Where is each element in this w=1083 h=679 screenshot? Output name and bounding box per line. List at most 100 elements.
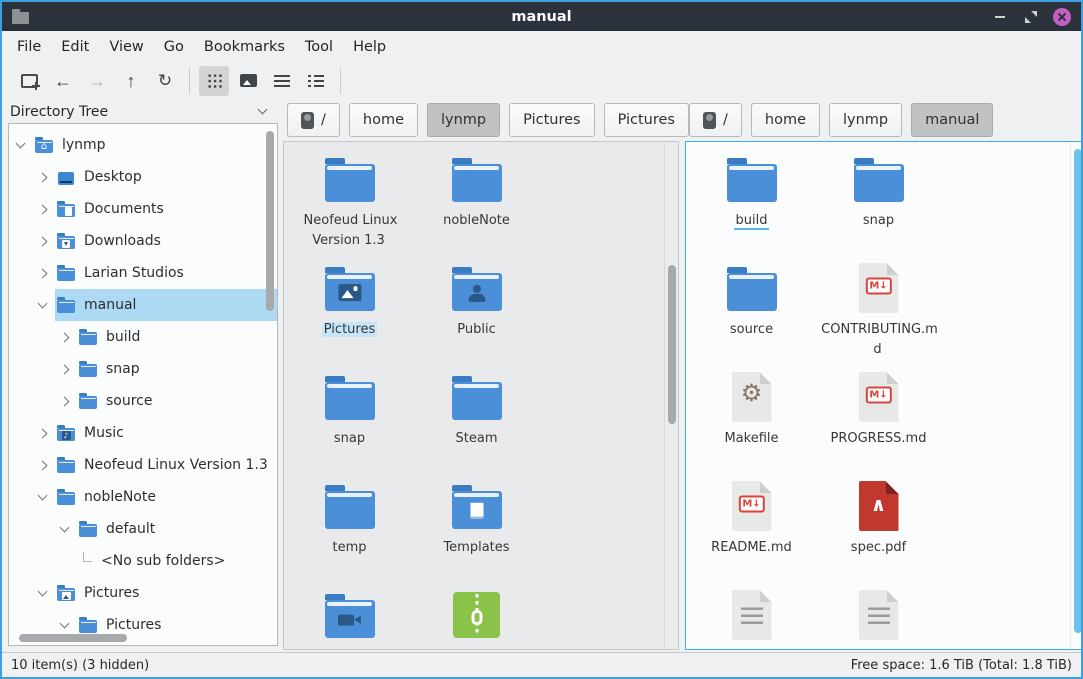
folder-icon <box>79 620 97 633</box>
tree-item-music[interactable]: ♪Music <box>9 417 277 449</box>
file-steam[interactable]: Steam <box>413 368 540 477</box>
path-segment-home[interactable]: home <box>751 103 820 137</box>
tree-item-label: source <box>106 393 153 409</box>
chevron-down-icon[interactable] <box>38 491 48 501</box>
chevron-right-icon[interactable] <box>60 364 70 374</box>
menu-help[interactable]: Help <box>343 35 396 59</box>
tree-item-lynmp[interactable]: ⌂lynmp <box>9 129 277 161</box>
tree-item-documents[interactable]: Documents <box>9 193 277 225</box>
chevron-down-icon[interactable] <box>16 139 26 149</box>
path-segment-pictures[interactable]: Pictures <box>509 103 594 137</box>
sidebar-vertical-scrollbar[interactable] <box>266 131 274 311</box>
file-styleguide-rst[interactable]: StyleGuide.rst <box>815 586 942 650</box>
file-snap[interactable]: snap <box>286 368 413 477</box>
chevron-right-icon[interactable] <box>38 268 48 278</box>
reload-button[interactable]: ↻ <box>150 66 180 96</box>
chevron-down-icon[interactable] <box>60 619 70 629</box>
file-public[interactable]: Public <box>413 259 540 368</box>
chevron-right-icon[interactable] <box>38 236 48 246</box>
compact-view-button[interactable] <box>267 66 297 96</box>
back-button[interactable]: ← <box>48 66 78 96</box>
file-videos[interactable]: Videos <box>286 586 413 650</box>
menu-view[interactable]: View <box>99 35 153 59</box>
menu-bookmarks[interactable]: Bookmarks <box>194 35 295 59</box>
thumbnail-view-button[interactable] <box>233 66 263 96</box>
tree-item-source[interactable]: source <box>9 385 277 417</box>
chevron-down-icon[interactable] <box>258 105 268 115</box>
tree-item-neofeud-linux-version-1-3[interactable]: Neofeud Linux Version 1.3 <box>9 449 277 481</box>
file-build[interactable]: build <box>688 150 815 259</box>
right-file-view[interactable]: buildsnapsourceM↓CONTRIBUTING.md⚙Makefil… <box>685 141 1081 650</box>
file-neofeud-linux-version-1-3[interactable]: Neofeud Linux Version 1.3 <box>286 150 413 259</box>
minimize-icon <box>995 16 1005 18</box>
path-segment-root[interactable]: / <box>689 103 742 137</box>
icon-view-button[interactable] <box>199 66 229 96</box>
tree-item-label: Neofeud Linux Version 1.3 <box>84 457 268 473</box>
file-makefile[interactable]: ⚙Makefile <box>688 368 815 477</box>
tree-item-build[interactable]: build <box>9 321 277 353</box>
up-button[interactable]: ↑ <box>116 66 146 96</box>
chevron-right-icon[interactable] <box>38 204 48 214</box>
chevron-right-icon[interactable] <box>38 172 48 182</box>
maximize-button[interactable] <box>1022 8 1040 26</box>
menu-file[interactable]: File <box>7 35 51 59</box>
close-button[interactable] <box>1053 8 1071 26</box>
folder-icon <box>452 164 502 202</box>
text-file-icon <box>859 590 899 640</box>
tree-item-downloads[interactable]: Downloads <box>9 225 277 257</box>
chevron-down-icon[interactable] <box>60 523 70 533</box>
tree-item-default[interactable]: default <box>9 513 277 545</box>
file-pictures[interactable]: Pictures <box>286 259 413 368</box>
forward-icon: → <box>88 72 106 90</box>
tree-item-snap[interactable]: snap <box>9 353 277 385</box>
left-scrollbar-track[interactable] <box>664 142 678 649</box>
chevron-right-icon[interactable] <box>38 460 48 470</box>
tree-item-noblenote[interactable]: nobleNote <box>9 481 277 513</box>
path-segment-label: Pictures <box>523 112 580 128</box>
menu-tool[interactable]: Tool <box>295 35 343 59</box>
file-spec-pdf[interactable]: ∧spec.pdf <box>815 477 942 586</box>
file-readme-md[interactable]: M↓README.md <box>688 477 815 586</box>
left-file-view[interactable]: Neofeud Linux Version 1.3nobleNotePictur… <box>283 141 679 650</box>
folder-icon <box>325 164 375 202</box>
sidebar-horizontal-scrollbar[interactable] <box>19 634 127 642</box>
path-segment-manual[interactable]: manual <box>911 103 993 137</box>
tree-item-larian-studios[interactable]: Larian Studios <box>9 257 277 289</box>
file-memes-tar-gz[interactable]: memes.tar.gz <box>413 586 540 650</box>
tree-item-no-sub-folders[interactable]: <No sub folders> <box>9 545 277 577</box>
right-scrollbar-thumb[interactable] <box>1074 149 1081 633</box>
chevron-right-icon[interactable] <box>60 332 70 342</box>
file-temp[interactable]: temp <box>286 477 413 586</box>
path-segment-lynmp[interactable]: lynmp <box>829 103 902 137</box>
file-snap[interactable]: snap <box>815 150 942 259</box>
sidebar: Directory Tree ⌂lynmpDesktopDocumentsDow… <box>2 99 280 652</box>
tree-item-manual[interactable]: manual <box>9 289 277 321</box>
file-contributing-md[interactable]: M↓CONTRIBUTING.md <box>815 259 942 368</box>
path-segment-lynmp[interactable]: lynmp <box>427 103 500 137</box>
detailed-view-button[interactable] <box>301 66 331 96</box>
file-source[interactable]: source <box>688 259 815 368</box>
file-spec-rst[interactable]: spec.rst <box>688 586 815 650</box>
chevron-down-icon[interactable] <box>38 587 48 597</box>
menu-go[interactable]: Go <box>154 35 194 59</box>
tree-item-desktop[interactable]: Desktop <box>9 161 277 193</box>
left-scrollbar-thumb[interactable] <box>668 265 676 424</box>
file-noblenote[interactable]: nobleNote <box>413 150 540 259</box>
forward-button[interactable]: → <box>82 66 112 96</box>
menu-edit[interactable]: Edit <box>51 35 99 59</box>
filesystem-icon <box>301 112 314 129</box>
file-label: StyleGuide.rst <box>830 649 926 650</box>
file-manager-window: manual FileEditViewGoBookmarksToolHelp ←… <box>0 0 1083 679</box>
file-progress-md[interactable]: M↓PROGRESS.md <box>815 368 942 477</box>
chevron-right-icon[interactable] <box>38 428 48 438</box>
chevron-right-icon[interactable] <box>60 396 70 406</box>
right-scrollbar-track[interactable] <box>1070 142 1081 649</box>
file-templates[interactable]: Templates <box>413 477 540 586</box>
minimize-button[interactable] <box>991 8 1009 26</box>
path-segment-home[interactable]: home <box>349 103 418 137</box>
new-tab-button[interactable] <box>14 66 44 96</box>
path-segment-root[interactable]: / <box>287 103 340 137</box>
path-segment-pictures[interactable]: Pictures <box>604 103 689 137</box>
tree-item-pictures[interactable]: Pictures <box>9 577 277 609</box>
chevron-down-icon[interactable] <box>38 299 48 309</box>
